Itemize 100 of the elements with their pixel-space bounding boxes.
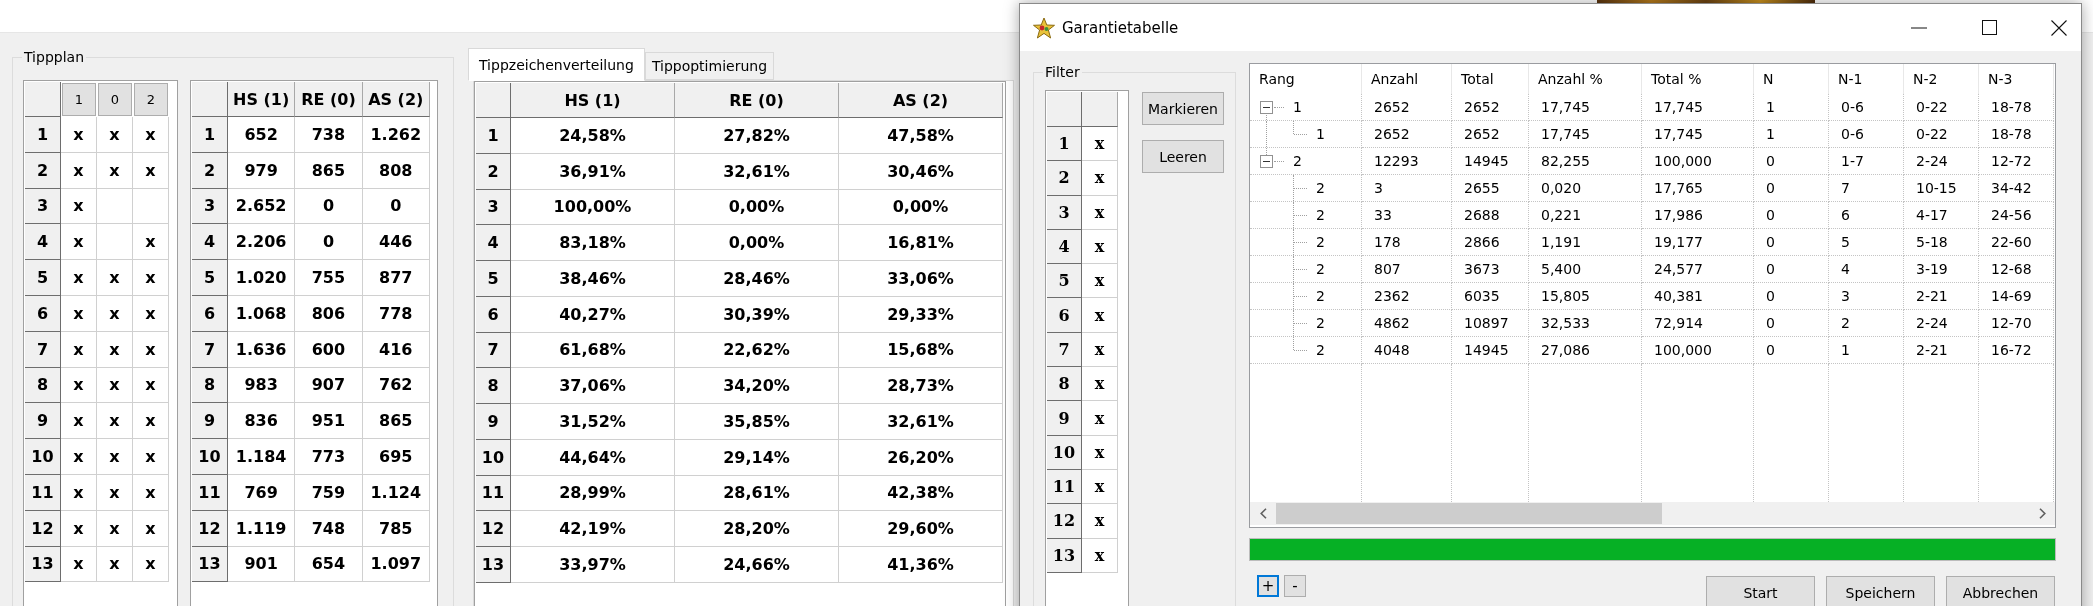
tab[interactable]: Tippoptimierung bbox=[644, 52, 775, 80]
tree-item-label[interactable]: 2 bbox=[1316, 207, 1325, 223]
tree-item-label[interactable]: 2 bbox=[1316, 180, 1325, 196]
table-cell: 29,60% bbox=[839, 511, 1003, 547]
collapse-icon[interactable] bbox=[1260, 100, 1273, 114]
tree-item-label[interactable]: 2 bbox=[1316, 261, 1325, 277]
table-cell: 24,66% bbox=[675, 547, 839, 583]
tab[interactable]: Tippzeichenverteilung bbox=[468, 48, 645, 81]
row-header: 3 bbox=[192, 188, 228, 225]
collapse-icon[interactable] bbox=[1260, 154, 1273, 168]
table-cell: 2.652 bbox=[228, 188, 296, 225]
column-header[interactable]: N-2 bbox=[1904, 64, 1979, 94]
row-header: 8 bbox=[25, 367, 61, 404]
column-header-button[interactable]: 1 bbox=[62, 83, 96, 116]
table-cell: 5,400 bbox=[1529, 256, 1642, 283]
column-header[interactable]: N bbox=[1754, 64, 1829, 94]
column-header[interactable]: Total % bbox=[1642, 64, 1754, 94]
table-cell: 14-69 bbox=[1979, 283, 2054, 310]
table-cell: x bbox=[1082, 229, 1118, 265]
table-cell: 29,14% bbox=[675, 439, 839, 476]
table-cell: x bbox=[133, 439, 169, 475]
row-header: 11 bbox=[1047, 469, 1082, 505]
row-header: 4 bbox=[25, 224, 61, 261]
row-header: 3 bbox=[1047, 195, 1082, 230]
tree-item-label[interactable]: 2 bbox=[1316, 234, 1325, 250]
dialog-button[interactable]: Start bbox=[1706, 576, 1815, 606]
table-cell: x bbox=[97, 546, 133, 583]
table-cell: 1.068 bbox=[228, 296, 296, 332]
table-cell: 33 bbox=[1362, 202, 1452, 229]
table-cell: 2-21 bbox=[1904, 283, 1979, 310]
table-cell: 4 bbox=[1829, 256, 1904, 283]
table-cell: x bbox=[1082, 401, 1118, 436]
table-cell: x bbox=[1082, 504, 1118, 539]
tree-item-label[interactable]: 1 bbox=[1293, 99, 1302, 115]
dialog-button[interactable]: Abbrechen bbox=[1946, 576, 2055, 606]
table-cell: 979 bbox=[228, 152, 296, 189]
column-header[interactable]: N-1 bbox=[1829, 64, 1904, 94]
column-header: HS (1) bbox=[511, 83, 675, 118]
table-cell: 0 bbox=[1754, 283, 1829, 310]
table-cell: 12-70 bbox=[1979, 310, 2054, 337]
tree-item-label[interactable]: 2 bbox=[1316, 288, 1325, 304]
tree-item-label[interactable]: 1 bbox=[1316, 126, 1325, 142]
row-header: 9 bbox=[1047, 401, 1082, 436]
table-cell: x bbox=[133, 296, 169, 332]
table-cell: 61,68% bbox=[511, 332, 675, 369]
row-header: 5 bbox=[192, 260, 228, 296]
column-header[interactable]: Total bbox=[1452, 64, 1529, 94]
table-cell: x bbox=[133, 510, 169, 547]
table-cell: 865 bbox=[362, 403, 430, 440]
table-cell: 0 bbox=[1754, 310, 1829, 337]
table-cell: 4-17 bbox=[1904, 202, 1979, 229]
row-header: 1 bbox=[192, 117, 228, 153]
column-header: RE (0) bbox=[675, 83, 839, 118]
close-icon[interactable] bbox=[2051, 19, 2067, 36]
scrollbar-thumb[interactable] bbox=[1276, 503, 1662, 524]
row-header: 2 bbox=[476, 153, 511, 190]
table-cell: 0,00% bbox=[675, 225, 839, 261]
table-cell: 28,46% bbox=[675, 261, 839, 297]
dialog-button[interactable]: Speichern bbox=[1826, 576, 1935, 606]
tree-item-label[interactable]: 2 bbox=[1316, 342, 1325, 358]
column-header[interactable]: Rang bbox=[1250, 64, 1362, 94]
chevron-right-icon[interactable] bbox=[2038, 508, 2046, 519]
column-header[interactable]: N-3 bbox=[1979, 64, 2054, 94]
expand-button[interactable]: + bbox=[1257, 575, 1279, 597]
horizontal-scrollbar[interactable] bbox=[1250, 502, 2055, 525]
table-cell: 2-24 bbox=[1904, 310, 1979, 337]
row-header: 5 bbox=[476, 261, 511, 297]
group-title: Tippplan bbox=[22, 48, 86, 66]
table-cell: 15,68% bbox=[839, 332, 1003, 369]
table-cell: 901 bbox=[228, 546, 296, 583]
expand-button[interactable]: - bbox=[1284, 575, 1306, 597]
table-cell: 748 bbox=[295, 510, 363, 547]
filter-button[interactable]: Leeren bbox=[1142, 140, 1224, 173]
row-header: 2 bbox=[25, 152, 61, 189]
maximize-icon[interactable] bbox=[1981, 20, 1997, 35]
tree-item-label[interactable]: 2 bbox=[1316, 315, 1325, 331]
table-cell: 100,000 bbox=[1642, 337, 1754, 364]
column-header[interactable]: Anzahl bbox=[1362, 64, 1452, 94]
column-header[interactable]: Anzahl % bbox=[1529, 64, 1642, 94]
row-header: 1 bbox=[476, 118, 511, 154]
table-cell: 2362 bbox=[1362, 283, 1452, 310]
empty-cell bbox=[97, 188, 133, 225]
column-header: AS (2) bbox=[362, 82, 430, 117]
table-cell: 10897 bbox=[1452, 310, 1529, 337]
column-header-button[interactable]: 0 bbox=[98, 83, 132, 116]
table-cell: 24-56 bbox=[1979, 202, 2054, 229]
table-cell: x bbox=[61, 296, 97, 332]
table-cell: x bbox=[61, 152, 97, 189]
table-cell: 28,61% bbox=[675, 475, 839, 512]
table-cell: x bbox=[97, 403, 133, 440]
chevron-left-icon[interactable] bbox=[1259, 508, 1267, 519]
table-cell: 877 bbox=[362, 260, 430, 296]
tree-item-label[interactable]: 2 bbox=[1293, 153, 1302, 169]
filter-button[interactable]: Markieren bbox=[1142, 92, 1224, 125]
minimize-icon[interactable] bbox=[1911, 26, 1927, 29]
table-cell: x bbox=[1082, 161, 1118, 196]
column-header-button[interactable]: 2 bbox=[134, 83, 168, 116]
table-cell: x bbox=[133, 260, 169, 296]
table-cell: x bbox=[61, 403, 97, 440]
table-cell: 1.119 bbox=[228, 510, 296, 547]
